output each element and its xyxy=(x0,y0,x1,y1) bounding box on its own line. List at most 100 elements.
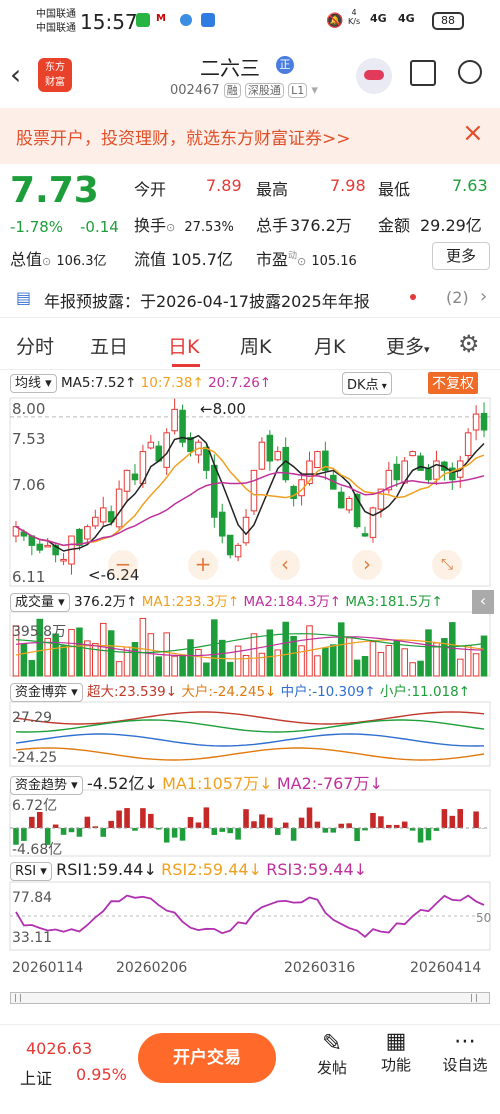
high-value: 7.98 xyxy=(330,176,366,195)
volume-bar xyxy=(433,642,440,677)
index-pct: 0.95% xyxy=(76,1065,127,1084)
amount-value: 29.29亿 xyxy=(420,216,482,235)
candle-body xyxy=(147,441,155,449)
notice-bar[interactable]: ▤ 年报预披露：于2026-04-17披露2025年年报 (2) › xyxy=(0,278,500,318)
fund-trend-select[interactable]: 资金趋势 ▾ xyxy=(10,776,83,795)
candle-body xyxy=(361,533,369,537)
volume-bar xyxy=(472,653,480,677)
trend-bar xyxy=(370,812,376,828)
tab-daily-k[interactable]: 日K xyxy=(168,332,199,359)
volume-bar xyxy=(449,622,456,677)
fund-game-select[interactable]: 资金博弈 ▾ xyxy=(10,683,83,702)
carrier-2: 中国联通 xyxy=(36,23,76,34)
settings-gear-icon[interactable]: ⚙ xyxy=(458,330,480,358)
rsi-header: RSI ▾ RSI1:59.44↓ RSI2:59.44↓ RSI3:59.44… xyxy=(10,860,368,881)
rsi-lines xyxy=(10,894,490,938)
volume-value: 376.2万 xyxy=(290,216,352,235)
trend-bar xyxy=(108,820,114,828)
pan-right-button[interactable]: › xyxy=(352,550,382,580)
collapse-panel-icon[interactable]: ‹ xyxy=(472,590,494,614)
pan-left-button[interactable]: ‹ xyxy=(270,550,300,580)
zoom-in-button[interactable]: + xyxy=(188,550,218,580)
grid-icon: ▦ xyxy=(385,1029,407,1054)
tab-weekly-k[interactable]: 周K xyxy=(240,332,271,359)
badge-icon: 正 xyxy=(276,56,294,74)
fund-super: 超大:23.539↓ xyxy=(86,684,178,700)
trend-bar xyxy=(140,808,146,828)
trend-bar xyxy=(21,828,27,841)
info-icon[interactable]: ⊙ xyxy=(166,221,175,234)
scroll-handle-left[interactable] xyxy=(15,994,21,1002)
volume-top-label: 395.8万 xyxy=(12,624,66,640)
trend-bar xyxy=(338,823,345,828)
candle-body xyxy=(314,451,321,468)
volume-bar xyxy=(171,655,178,677)
trend-bar xyxy=(100,828,107,837)
post-button[interactable]: ✎ 发帖 xyxy=(312,1029,352,1078)
open-account-trade-button[interactable]: 开户交易 xyxy=(138,1033,276,1083)
tab-five-day[interactable]: 五日 xyxy=(90,332,128,359)
info-icon-3[interactable]: ⊙ xyxy=(297,255,306,268)
function-button[interactable]: ▦ 功能 xyxy=(376,1029,416,1075)
zoom-out-button[interactable]: − xyxy=(108,550,138,580)
candle-body xyxy=(36,543,44,551)
tab-more[interactable]: 更多▾ xyxy=(386,332,430,359)
post-label: 发帖 xyxy=(316,1059,347,1077)
mktcap-label: 总值 xyxy=(10,250,43,269)
fund-top-label: 27.29 xyxy=(12,710,52,726)
trend-bar xyxy=(282,822,289,828)
close-icon[interactable]: × xyxy=(462,118,484,148)
volume-bar xyxy=(361,655,369,677)
caret-down-icon: ▾ xyxy=(424,343,430,356)
fund-game-lines xyxy=(15,711,485,761)
volume-bar xyxy=(115,661,123,677)
assistant-avatar[interactable] xyxy=(356,58,392,94)
back-arrow-icon[interactable]: ‹ xyxy=(10,58,21,91)
candle-body xyxy=(203,446,210,471)
trend-bar xyxy=(259,814,265,828)
banner-text: 股票开户，投资理财，就选东方财富证券>> xyxy=(16,129,351,149)
function-label: 功能 xyxy=(380,1056,411,1074)
volume-header: 成交量 ▾ 376.2万↑ MA1:233.3万↑ MA2:184.3万↑ MA… xyxy=(10,590,443,612)
promo-banner[interactable]: 股票开户，投资理财，就选东方财富证券>> × xyxy=(0,108,500,164)
tab-monthly-k[interactable]: 月K xyxy=(314,332,345,359)
fullscreen-button[interactable]: ⤡ xyxy=(432,550,462,580)
trend-bar xyxy=(314,821,321,828)
candle-body xyxy=(393,463,401,481)
scroll-handle-right[interactable] xyxy=(471,994,477,1002)
app2-icon xyxy=(180,14,192,26)
add-watchlist-button[interactable]: ⋯ 设自选 xyxy=(440,1029,490,1075)
fund-line xyxy=(15,711,485,725)
price-bottom-label: 6.11 xyxy=(12,568,45,586)
volume-bar xyxy=(68,628,75,677)
search-icon[interactable] xyxy=(458,60,482,84)
float-row: 流值 105.7亿 xyxy=(134,246,233,270)
info-icon-2[interactable]: ⊙ xyxy=(42,255,51,268)
bottom-bar: 4026.63 上证 0.95% 开户交易 ✎ 发帖 ▦ 功能 ⋯ 设自选 xyxy=(0,1024,500,1114)
quote-panel: 7.73 -1.78% -0.14 今开 7.89 最高 7.98 最低 7.6… xyxy=(0,166,500,276)
volume-bar xyxy=(401,648,408,677)
volume-bar xyxy=(76,627,83,677)
rsi-select[interactable]: RSI ▾ xyxy=(10,862,52,881)
fund-line xyxy=(15,719,485,733)
index-name: 上证 xyxy=(20,1069,53,1088)
tab-intraday[interactable]: 分时 xyxy=(16,332,54,359)
volume-bar xyxy=(187,639,194,677)
dropdown-icon[interactable]: ▾ xyxy=(311,83,318,98)
trend-bar xyxy=(227,828,233,834)
change-pct: -1.78% xyxy=(10,218,64,236)
volume-bar xyxy=(52,633,59,677)
share-icon[interactable] xyxy=(410,60,436,86)
float-value: 105.7亿 xyxy=(171,250,233,269)
candle-body xyxy=(131,473,139,481)
candle-body xyxy=(92,516,99,527)
more-dots-icon: ⋯ xyxy=(454,1029,476,1054)
volume-select[interactable]: 成交量 ▾ xyxy=(10,593,70,612)
pe-sup: 动 xyxy=(288,251,298,262)
trend-bar xyxy=(243,809,249,828)
volume-bar xyxy=(28,660,36,677)
more-button[interactable]: 更多 xyxy=(432,242,490,270)
volume-bar xyxy=(377,651,385,677)
rsi3-value: RSI3:59.44↓ xyxy=(266,860,368,879)
chart-scrollbar[interactable] xyxy=(10,992,490,1004)
